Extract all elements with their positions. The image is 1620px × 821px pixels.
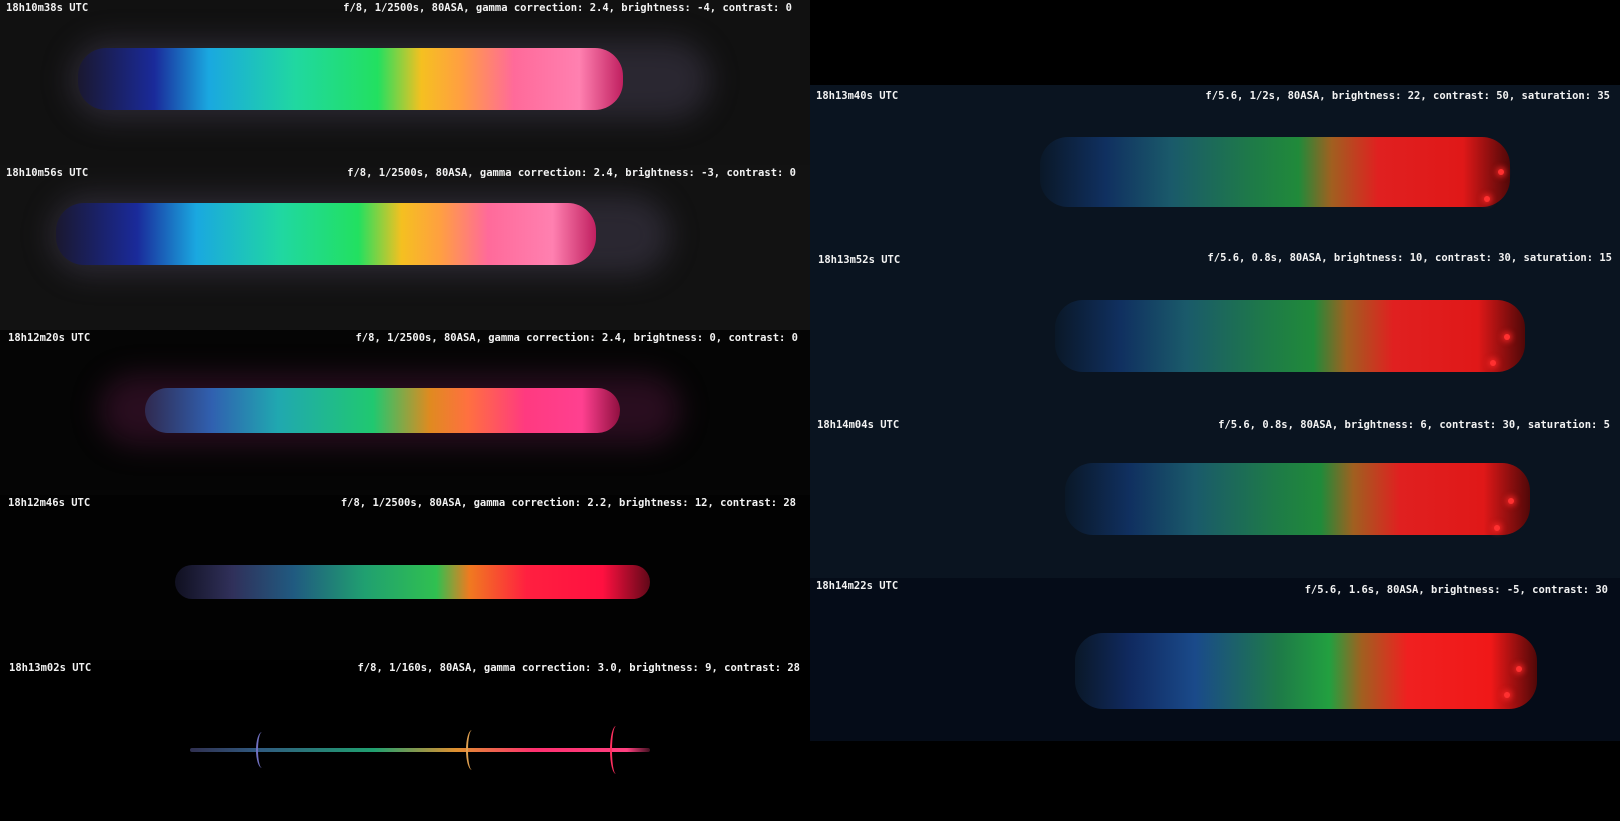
exposure-params: f/5.6, 1.6s, 80ASA, brightness: -5, cont…	[1304, 584, 1608, 596]
timestamp-label: 18h13m52s UTC	[818, 254, 901, 266]
spectrum-band	[1065, 463, 1530, 535]
timestamp-label: 18h10m56s UTC	[6, 167, 89, 179]
timestamp-label: 18h12m46s UTC	[8, 497, 91, 509]
spectral-line-arc	[256, 732, 268, 768]
timestamp-label: 18h13m40s UTC	[816, 90, 899, 102]
spectral-hotspot	[1516, 666, 1522, 672]
exposure-params: f/8, 1/2500s, 80ASA, gamma correction: 2…	[343, 2, 792, 14]
spectrum-band	[145, 388, 620, 433]
spectral-hotspot	[1490, 360, 1496, 366]
exposure-params: f/8, 1/2500s, 80ASA, gamma correction: 2…	[355, 332, 798, 344]
spectrum-band	[1075, 633, 1537, 709]
spectrum-band	[56, 203, 596, 265]
exposure-params: f/5.6, 1/2s, 80ASA, brightness: 22, cont…	[1205, 90, 1610, 102]
exposure-params: f/8, 1/160s, 80ASA, gamma correction: 3.…	[357, 662, 800, 674]
spectrum-band	[78, 48, 623, 110]
timestamp-label: 18h10m38s UTC	[6, 2, 89, 14]
timestamp-label: 18h14m04s UTC	[817, 419, 900, 431]
spectrum-panel-1: 18h10m38s UTC f/8, 1/2500s, 80ASA, gamma…	[0, 0, 810, 165]
spectrum-panel-4: 18h12m46s UTC f/8, 1/2500s, 80ASA, gamma…	[0, 495, 810, 660]
exposure-params: f/5.6, 0.8s, 80ASA, brightness: 6, contr…	[1218, 419, 1610, 431]
spectral-hotspot	[1504, 692, 1510, 698]
spectrum-band	[1040, 137, 1510, 207]
spectrum-band	[175, 565, 650, 599]
exposure-params: f/8, 1/2500s, 80ASA, gamma correction: 2…	[347, 167, 796, 179]
spectral-hotspot	[1494, 525, 1500, 531]
spectrum-panel-2: 18h10m56s UTC f/8, 1/2500s, 80ASA, gamma…	[0, 165, 810, 330]
spectral-hotspot	[1504, 334, 1510, 340]
timestamp-label: 18h12m20s UTC	[8, 332, 91, 344]
spectrum-panel-6: 18h13m40s UTC f/5.6, 1/2s, 80ASA, bright…	[810, 85, 1620, 248]
timestamp-label: 18h14m22s UTC	[816, 580, 899, 592]
timestamp-label: 18h13m02s UTC	[9, 662, 92, 674]
exposure-params: f/8, 1/2500s, 80ASA, gamma correction: 2…	[340, 497, 796, 509]
spectrum-panel-7: 18h13m52s UTC f/5.6, 0.8s, 80ASA, bright…	[810, 248, 1620, 413]
exposure-params: f/5.6, 0.8s, 80ASA, brightness: 10, cont…	[1207, 252, 1612, 264]
spectral-line-arc	[466, 730, 478, 770]
spectral-hotspot	[1508, 498, 1514, 504]
spectrum-panel-8: 18h14m04s UTC f/5.6, 0.8s, 80ASA, bright…	[810, 413, 1620, 578]
spectral-hotspot	[1484, 196, 1490, 202]
spectrum-band	[1055, 300, 1525, 372]
spectrum-panel-9: 18h14m22s UTC f/5.6, 1.6s, 80ASA, bright…	[810, 578, 1620, 741]
spectrum-panel-3: 18h12m20s UTC f/8, 1/2500s, 80ASA, gamma…	[0, 330, 810, 495]
spectral-hotspot	[1498, 169, 1504, 175]
spectrum-panel-5: 18h13m02s UTC f/8, 1/160s, 80ASA, gamma …	[0, 660, 810, 821]
spectral-line-arc	[610, 726, 622, 774]
